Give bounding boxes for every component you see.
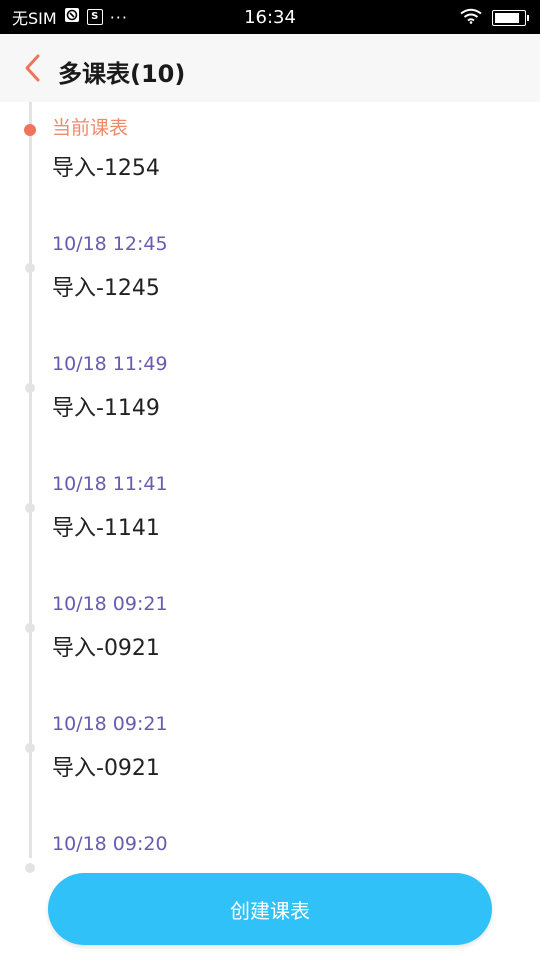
timeline-item[interactable]: 10/18 09:21 导入-0921 bbox=[0, 702, 540, 812]
item-time: 10/18 09:21 bbox=[52, 593, 168, 615]
create-schedule-label: 创建课表 bbox=[230, 898, 310, 923]
item-time: 10/18 12:45 bbox=[52, 233, 168, 255]
battery-fill bbox=[495, 13, 519, 23]
item-time: 10/18 09:20 bbox=[52, 833, 168, 855]
item-name: 导入-1149 bbox=[52, 396, 160, 421]
timeline-item[interactable]: 10/18 09:21 导入-0921 bbox=[0, 582, 540, 692]
item-time: 10/18 09:21 bbox=[52, 713, 168, 735]
timeline-dot bbox=[25, 383, 35, 393]
timeline-dot bbox=[25, 263, 35, 273]
back-button[interactable] bbox=[20, 53, 48, 83]
timeline-item[interactable]: 10/18 11:49 导入-1149 bbox=[0, 342, 540, 452]
status-right bbox=[460, 8, 529, 28]
chevron-left-icon bbox=[25, 54, 40, 82]
item-name: 导入-1245 bbox=[52, 276, 160, 301]
item-time: 当前课表 bbox=[52, 117, 129, 139]
app-header: 多课表(10) bbox=[0, 34, 540, 102]
item-name: 导入-0921 bbox=[52, 636, 160, 661]
item-time: 10/18 11:41 bbox=[52, 473, 168, 495]
item-time: 10/18 11:49 bbox=[52, 353, 168, 375]
item-name: 导入-1141 bbox=[52, 516, 160, 541]
item-name: 导入-1254 bbox=[52, 156, 160, 181]
wifi-icon bbox=[460, 8, 482, 28]
timeline-dot bbox=[25, 503, 35, 513]
item-name: 导入-0921 bbox=[52, 756, 160, 781]
timeline-dot bbox=[25, 623, 35, 633]
create-schedule-button[interactable]: 创建课表 bbox=[48, 873, 492, 945]
status-bar: 无SIM S ··· 16:34 bbox=[0, 0, 540, 34]
battery-icon bbox=[492, 10, 529, 26]
timeline-item[interactable]: 10/18 12:45 导入-1245 bbox=[0, 222, 540, 332]
status-time: 16:34 bbox=[244, 7, 296, 28]
timeline-dot bbox=[25, 743, 35, 753]
timeline-dot bbox=[25, 863, 35, 873]
timeline-item[interactable]: 10/18 11:41 导入-1141 bbox=[0, 462, 540, 572]
current-dot bbox=[24, 124, 36, 136]
page-title: 多课表(10) bbox=[58, 60, 186, 88]
timeline-item[interactable]: 当前课表导入-1254 bbox=[0, 102, 540, 212]
